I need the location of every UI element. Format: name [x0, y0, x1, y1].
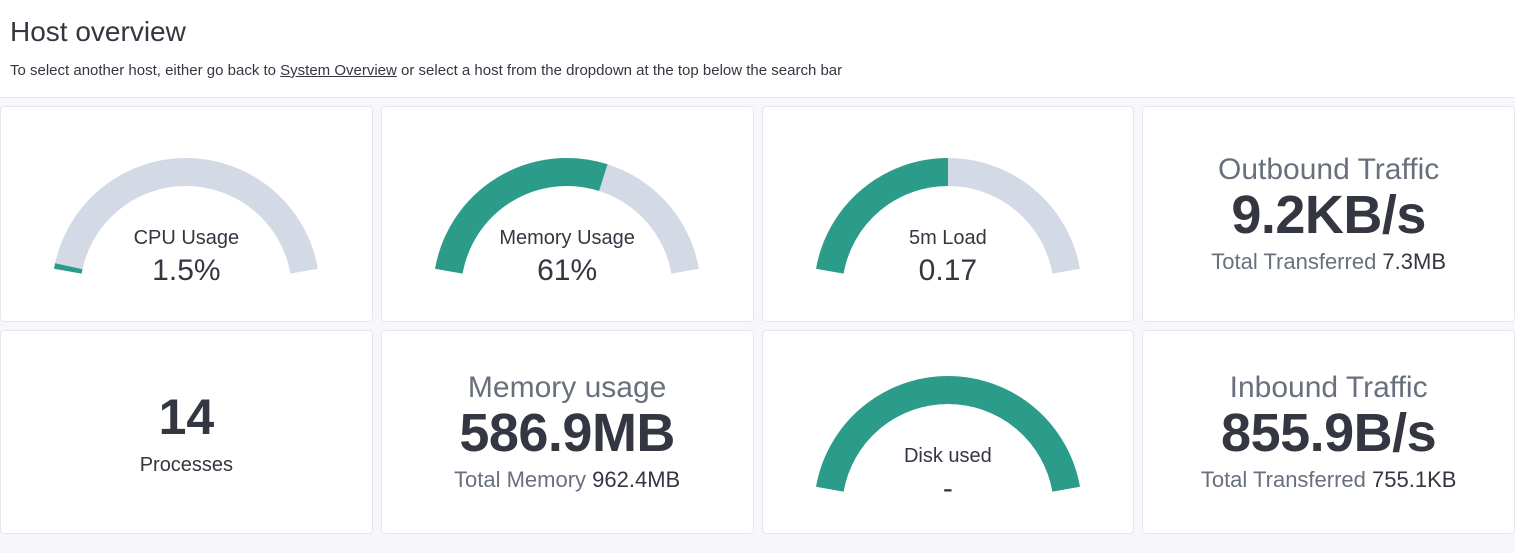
memory-gauge-value: 61% — [407, 254, 727, 288]
processes-value: 14 — [140, 388, 233, 446]
memory-metric-panel[interactable]: Memory usage 586.9MB Total Memory 962.4M… — [381, 330, 754, 534]
inbound-sub-value: 755.1KB — [1372, 467, 1456, 492]
cpu-gauge-label: CPU Usage — [26, 227, 346, 250]
inbound-title: Inbound Traffic — [1201, 371, 1457, 405]
load-gauge: 5m Load 0.17 — [788, 114, 1108, 314]
outbound-title: Outbound Traffic — [1211, 153, 1446, 187]
cpu-gauge-svg — [26, 122, 346, 322]
processes-label: Processes — [140, 454, 233, 477]
memory-metric-title: Memory usage — [454, 371, 680, 405]
disk-gauge-value: - — [788, 472, 1108, 506]
inbound-traffic-panel[interactable]: Inbound Traffic 855.9B/s Total Transferr… — [1142, 330, 1515, 534]
memory-gauge: Memory Usage 61% — [407, 114, 727, 314]
cpu-usage-panel[interactable]: CPU Usage 1.5% — [0, 106, 373, 322]
inbound-value: 855.9B/s — [1201, 405, 1457, 462]
page-subtitle: To select another host, either go back t… — [10, 62, 1503, 79]
outbound-sub: Total Transferred 7.3MB — [1211, 249, 1446, 275]
memory-sub-value: 962.4MB — [592, 467, 680, 492]
outbound-value: 9.2KB/s — [1211, 187, 1446, 244]
outbound-traffic-panel[interactable]: Outbound Traffic 9.2KB/s Total Transferr… — [1142, 106, 1515, 322]
subtitle-pre: To select another host, either go back t… — [10, 62, 280, 79]
memory-usage-panel[interactable]: Memory Usage 61% — [381, 106, 754, 322]
memory-metric-sub: Total Memory 962.4MB — [454, 467, 680, 493]
cpu-gauge-value: 1.5% — [26, 254, 346, 288]
cpu-gauge: CPU Usage 1.5% — [26, 114, 346, 314]
load-panel[interactable]: 5m Load 0.17 — [762, 106, 1135, 322]
header-panel: Host overview To select another host, ei… — [0, 0, 1515, 98]
disk-gauge-label: Disk used — [788, 445, 1108, 468]
outbound-sub-label: Total Transferred — [1211, 249, 1382, 274]
load-gauge-label: 5m Load — [788, 227, 1108, 250]
subtitle-post: or select a host from the dropdown at th… — [397, 62, 842, 79]
load-gauge-value: 0.17 — [788, 254, 1108, 288]
system-overview-link[interactable]: System Overview — [280, 62, 397, 79]
disk-used-panel[interactable]: Disk used - — [762, 330, 1135, 534]
load-gauge-svg — [788, 122, 1108, 322]
dashboard-grid: CPU Usage 1.5% Memory Usage 61% 5m Load … — [0, 98, 1515, 534]
memory-gauge-label: Memory Usage — [407, 227, 727, 250]
processes-panel[interactable]: 14 Processes — [0, 330, 373, 534]
memory-metric-value: 586.9MB — [454, 405, 680, 462]
inbound-sub-label: Total Transferred — [1201, 467, 1372, 492]
disk-gauge: Disk used - — [788, 332, 1108, 532]
page-title: Host overview — [10, 16, 1503, 48]
inbound-sub: Total Transferred 755.1KB — [1201, 467, 1457, 493]
outbound-sub-value: 7.3MB — [1382, 249, 1446, 274]
memory-gauge-svg — [407, 122, 727, 322]
memory-sub-label: Total Memory — [454, 467, 592, 492]
